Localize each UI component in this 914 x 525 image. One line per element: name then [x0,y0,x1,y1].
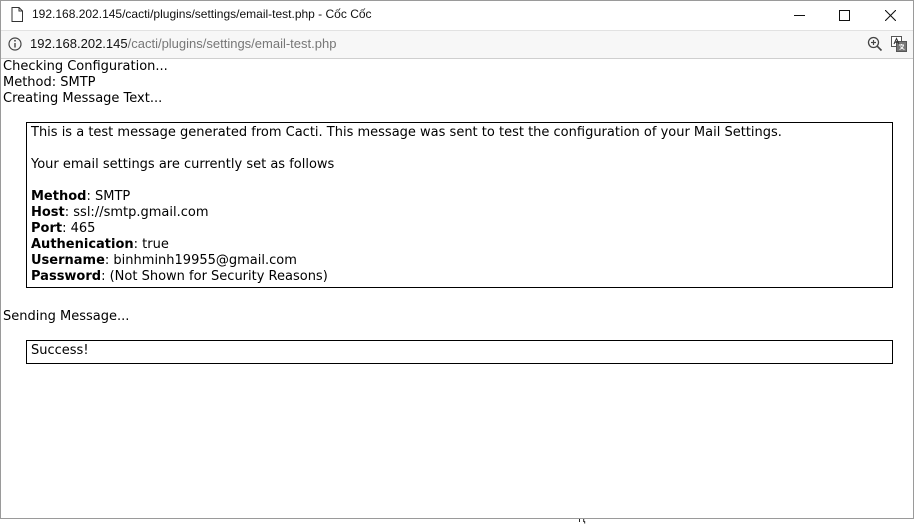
maximize-button[interactable] [821,1,867,30]
window-title: 192.168.202.145/cacti/plugins/settings/e… [32,7,372,21]
translate-icon[interactable] [891,36,907,52]
setting-value: : (Not Shown for Security Reasons) [101,269,328,284]
setting-label: Port [31,221,63,236]
setting-method: Method: SMTP [31,189,888,205]
zoom-in-icon[interactable] [867,36,883,52]
setting-value: : 465 [62,221,96,236]
setting-label: Host [31,205,65,220]
title-bar[interactable]: 192.168.202.145/cacti/plugins/settings/e… [1,1,913,30]
log-line-sending: Sending Message... [3,309,130,324]
setting-label: Authenication [31,237,134,252]
close-icon [884,10,896,21]
message-intro: This is a test message generated from Ca… [31,125,782,140]
setting-label: Username [31,253,105,268]
maximize-icon [838,10,850,21]
message-box: This is a test message generated from Ca… [26,122,893,288]
close-button[interactable] [867,1,913,30]
document-icon [11,7,23,22]
minimize-button[interactable] [776,1,822,30]
log-line-checking: Checking Configuration... [3,59,168,74]
log-line-creating: Creating Message Text... [3,91,163,106]
setting-host: Host: ssl://smtp.gmail.com [31,205,888,221]
result-text: Success! [31,343,89,358]
setting-value: : ssl://smtp.gmail.com [64,205,209,220]
setting-authentication: Authenication: true [31,237,888,253]
settings-heading: Your email settings are currently set as… [31,157,335,172]
setting-username: Username: binhminh19955@gmail.com [31,253,888,269]
setting-label: Method [31,189,87,204]
url-path: /cacti/plugins/settings/email-test.php [127,36,337,51]
url-host: 192.168.202.145 [30,36,128,51]
log-line-method: Method: SMTP [3,75,96,90]
page-content: Checking Configuration... Method: SMTP C… [1,58,913,518]
setting-value: : binhminh19955@gmail.com [104,253,297,268]
minimize-icon [793,15,805,16]
setting-value: : SMTP [86,189,131,204]
setting-password: Password: (Not Shown for Security Reason… [31,269,888,285]
result-box: Success! [26,340,893,364]
info-icon[interactable] [8,37,22,51]
setting-port: Port: 465 [31,221,888,237]
setting-value: : true [133,237,169,252]
address-bar[interactable]: 192.168.202.145/cacti/plugins/settings/e… [1,30,913,59]
browser-popup-window: 192.168.202.145/cacti/plugins/settings/e… [0,0,914,519]
setting-label: Password [31,269,102,284]
url-text[interactable]: 192.168.202.145/cacti/plugins/settings/e… [30,36,336,51]
